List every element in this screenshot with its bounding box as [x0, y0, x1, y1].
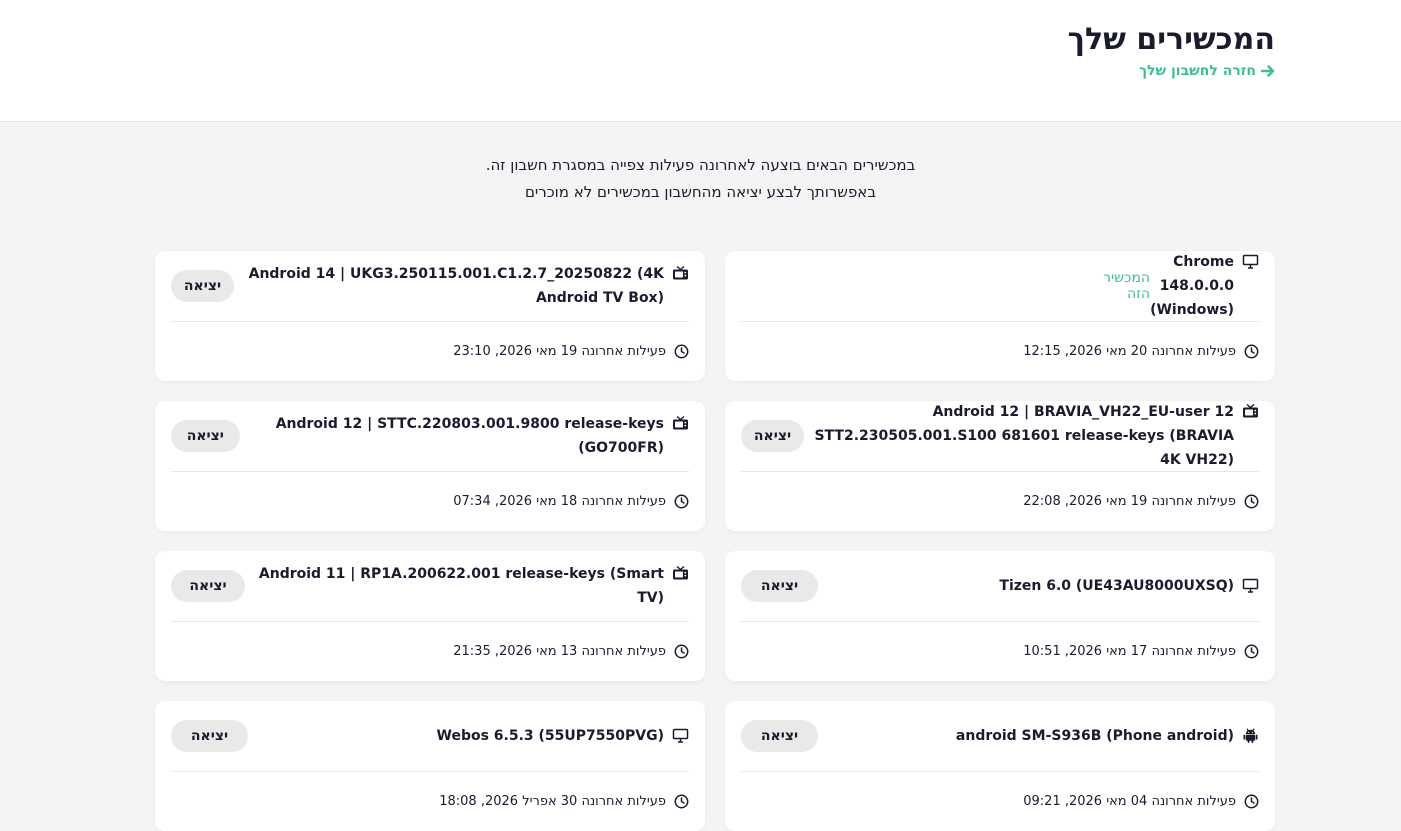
- tv-icon: [673, 565, 688, 580]
- device-name: Android 12 | BRAVIA_VH22_EU-user 12 STT2…: [814, 404, 1234, 468]
- device-card: Android 12 | STTC.220803.001.9800 releas…: [155, 401, 705, 531]
- device-activity: פעילות אחרונה 20 מאי 2026, 12:15: [741, 322, 1259, 380]
- device-card-header: android SM-S936B (Phone android) יציאה: [741, 701, 1259, 772]
- device-name: Android 11 | RP1A.200622.001 release-key…: [258, 566, 664, 606]
- device-card-header: Tizen 6.0 (UE43AU8000UXSQ) יציאה: [741, 551, 1259, 622]
- monitor-icon: [1242, 254, 1259, 269]
- logout-button[interactable]: יציאה: [741, 420, 804, 452]
- clock-icon: [674, 344, 689, 358]
- device-card-header: Webos 6.5.3 (55UP7550PVG) יציאה: [171, 701, 689, 772]
- intro-line-2: באפשרותך לבצע יציאה מהחשבון במכשירים לא …: [524, 183, 877, 201]
- device-card-header: Android 12 | BRAVIA_VH22_EU-user 12 STT2…: [741, 401, 1259, 472]
- device-info: Android 12 | BRAVIA_VH22_EU-user 12 STT2…: [804, 400, 1259, 472]
- device-info: Android 12 | STTC.220803.001.9800 releas…: [240, 412, 689, 460]
- devices-grid: Chrome 148.0.0.0 (Windows) המכשיר הזה פע…: [155, 251, 1275, 831]
- page-header: המכשירים שלך חזרה לחשבון שלך: [0, 0, 1401, 122]
- tv-icon: [673, 265, 688, 280]
- last-activity-text: פעילות אחרונה 20 מאי 2026, 12:15: [1023, 343, 1236, 359]
- arrow-right-icon: [1261, 65, 1275, 77]
- device-info: Chrome 148.0.0.0 (Windows): [1150, 250, 1259, 322]
- last-activity-text: פעילות אחרונה 19 מאי 2026, 22:08: [1023, 493, 1236, 509]
- clock-icon: [1244, 644, 1259, 658]
- last-activity-text: פעילות אחרונה 30 אפריל 2026, 18:08: [439, 793, 666, 809]
- device-activity: פעילות אחרונה 19 מאי 2026, 22:08: [741, 472, 1259, 530]
- device-card-header: Android 14 | UKG3.250115.001.C1.2.7_2025…: [171, 251, 689, 322]
- intro-line-1: במכשירים הבאים בוצעה לאחרונה פעילות צפיי…: [485, 156, 916, 174]
- intro-text: במכשירים הבאים בוצעה לאחרונה פעילות צפיי…: [0, 152, 1401, 206]
- last-activity-text: פעילות אחרונה 18 מאי 2026, 07:34: [453, 493, 666, 509]
- clock-icon: [1244, 344, 1259, 358]
- clock-icon: [1244, 794, 1259, 808]
- logout-button[interactable]: יציאה: [171, 720, 248, 752]
- tv-icon: [673, 415, 688, 430]
- last-activity-text: פעילות אחרונה 19 מאי 2026, 23:10: [453, 343, 666, 359]
- page-title: המכשירים שלך: [1067, 22, 1275, 57]
- device-card: Chrome 148.0.0.0 (Windows) המכשיר הזה פע…: [725, 251, 1275, 381]
- monitor-icon: [1242, 578, 1259, 593]
- logout-button[interactable]: יציאה: [741, 570, 818, 602]
- monitor-icon: [672, 728, 689, 743]
- device-name: Tizen 6.0 (UE43AU8000UXSQ): [999, 578, 1234, 594]
- last-activity-text: פעילות אחרונה 17 מאי 2026, 10:51: [1023, 643, 1236, 659]
- device-name: android SM-S936B (Phone android): [955, 728, 1234, 744]
- device-card-header: Android 11 | RP1A.200622.001 release-key…: [171, 551, 689, 622]
- header-content: המכשירים שלך חזרה לחשבון שלך: [1068, 20, 1275, 82]
- device-info: Android 14 | UKG3.250115.001.C1.2.7_2025…: [234, 262, 689, 310]
- clock-icon: [674, 794, 689, 808]
- device-activity: פעילות אחרונה 18 מאי 2026, 07:34: [171, 472, 689, 530]
- device-card: Android 14 | UKG3.250115.001.C1.2.7_2025…: [155, 251, 705, 381]
- back-to-account-link[interactable]: חזרה לחשבון שלך: [1139, 63, 1275, 79]
- device-name: Webos 6.5.3 (55UP7550PVG): [436, 728, 664, 744]
- logout-button[interactable]: יציאה: [741, 720, 818, 752]
- back-link-label: חזרה לחשבון שלך: [1138, 63, 1256, 79]
- last-activity-text: פעילות אחרונה 04 מאי 2026, 09:21: [1023, 793, 1236, 809]
- android-icon: [1243, 728, 1258, 743]
- device-activity: פעילות אחרונה 04 מאי 2026, 09:21: [741, 772, 1259, 830]
- device-card: Android 11 | RP1A.200622.001 release-key…: [155, 551, 705, 681]
- device-card: Android 12 | BRAVIA_VH22_EU-user 12 STT2…: [725, 401, 1275, 531]
- device-name: Chrome 148.0.0.0 (Windows): [1150, 254, 1234, 318]
- logout-button[interactable]: יציאה: [171, 420, 240, 452]
- device-activity: פעילות אחרונה 19 מאי 2026, 23:10: [171, 322, 689, 380]
- device-name: Android 12 | STTC.220803.001.9800 releas…: [275, 416, 664, 456]
- logout-button[interactable]: יציאה: [171, 270, 234, 302]
- logout-button[interactable]: יציאה: [171, 570, 246, 602]
- clock-icon: [674, 494, 689, 508]
- device-activity: פעילות אחרונה 30 אפריל 2026, 18:08: [171, 772, 689, 830]
- clock-icon: [1244, 494, 1259, 508]
- device-info: Webos 6.5.3 (55UP7550PVG): [437, 724, 689, 748]
- device-card: Tizen 6.0 (UE43AU8000UXSQ) יציאה פעילות …: [725, 551, 1275, 681]
- this-device-label: המכשיר הזה: [1103, 270, 1151, 302]
- clock-icon: [674, 644, 689, 658]
- device-activity: פעילות אחרונה 13 מאי 2026, 21:35: [171, 622, 689, 680]
- device-info: Android 11 | RP1A.200622.001 release-key…: [245, 562, 689, 610]
- device-info: android SM-S936B (Phone android): [956, 724, 1259, 748]
- device-name: Android 14 | UKG3.250115.001.C1.2.7_2025…: [248, 266, 664, 306]
- device-card: android SM-S936B (Phone android) יציאה פ…: [725, 701, 1275, 831]
- device-info: Tizen 6.0 (UE43AU8000UXSQ): [999, 574, 1259, 598]
- last-activity-text: פעילות אחרונה 13 מאי 2026, 21:35: [453, 643, 666, 659]
- device-activity: פעילות אחרונה 17 מאי 2026, 10:51: [741, 622, 1259, 680]
- device-card: Webos 6.5.3 (55UP7550PVG) יציאה פעילות א…: [155, 701, 705, 831]
- device-card-header: Android 12 | STTC.220803.001.9800 releas…: [171, 401, 689, 472]
- device-card-header: Chrome 148.0.0.0 (Windows) המכשיר הזה: [741, 251, 1259, 322]
- tv-icon: [1243, 403, 1258, 418]
